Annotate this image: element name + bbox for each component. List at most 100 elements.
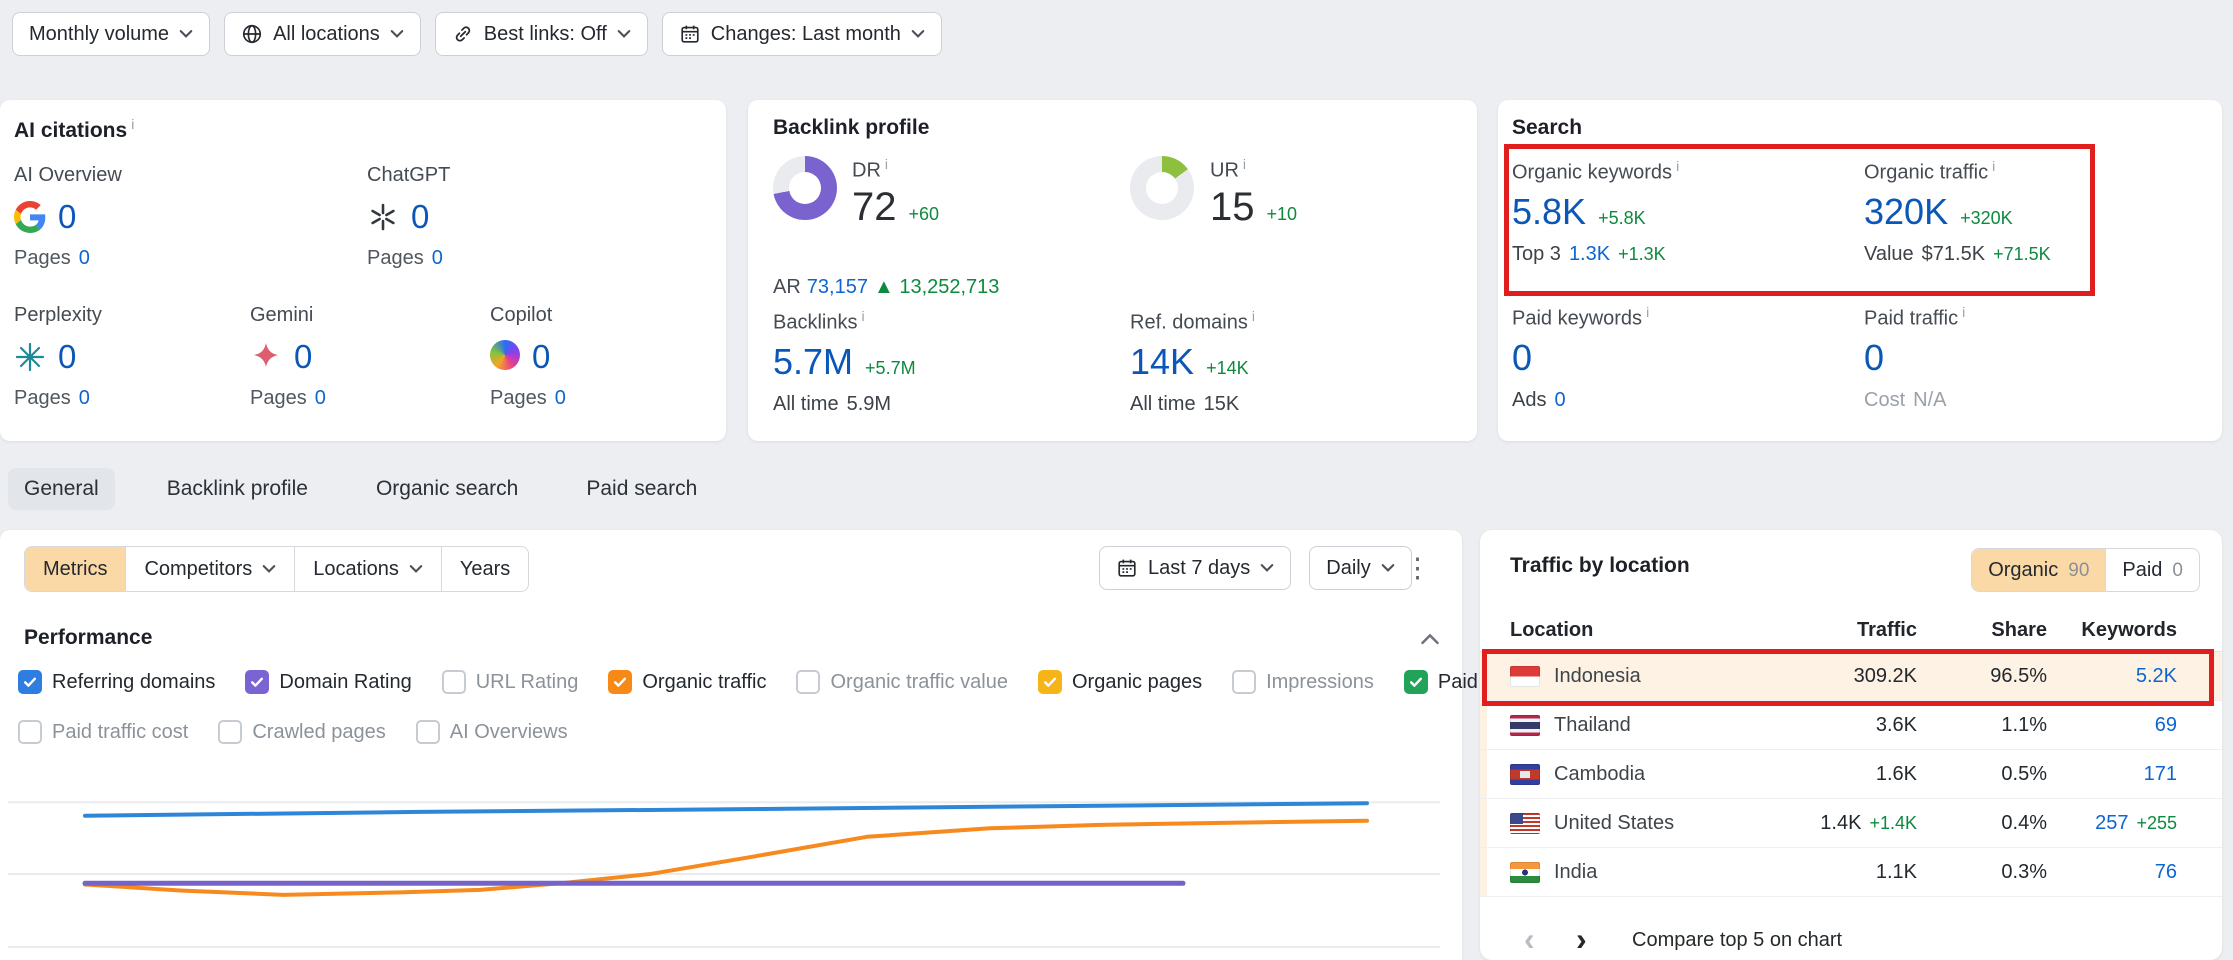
metric-crawled-pages-checkbox[interactable]: Crawled pages [218,720,385,744]
metric-paid-traffic-cost-checkbox[interactable]: Paid traffic cost [18,720,188,744]
more-options-button[interactable]: ⋮ [1404,550,1431,586]
previous-page-icon[interactable]: ‹ [1524,922,1535,956]
checkbox-label: Crawled pages [252,721,385,744]
checkbox-label: Organic traffic value [830,671,1008,694]
ar-value-link[interactable]: 73,157 [807,276,868,298]
paid-traffic-label: Paid traffic [1864,308,1958,330]
granularity-button[interactable]: Daily [1309,546,1411,590]
table-row-india[interactable]: India1.1K0.3%76 [1480,848,2222,897]
tab-organic-search[interactable]: Organic search [360,468,534,510]
metric-domain-rating-checkbox[interactable]: Domain Rating [245,670,411,694]
segment-competitors[interactable]: Competitors [125,547,294,591]
metric-referring-domains-checkbox[interactable]: Referring domains [18,670,215,694]
table-row-thailand[interactable]: Thailand3.6K1.1%69 [1480,701,2222,750]
backlink-profile-title: Backlink profile [773,116,929,140]
top3-value-link[interactable]: 1.3K [1569,243,1610,265]
traffic-cell: 309.2K [1747,665,1917,688]
checkbox [796,670,820,694]
organic-keywords-delta: +5.8K [1598,208,1646,229]
organic-traffic-value-link[interactable]: 320K [1864,191,1948,233]
ads-label: Ads [1512,389,1546,411]
keywords-value-link[interactable]: 5.2K [2136,665,2177,688]
pages-count-link[interactable]: 0 [79,387,90,409]
button-label: Daily [1326,557,1370,580]
organic-traffic-label: Organic traffic [1864,162,1988,184]
pages-count-link[interactable]: 0 [315,387,326,409]
chevron-down-icon [262,564,276,574]
ads-value-link[interactable]: 0 [1554,389,1565,411]
location-table-header: Location Traffic Share Keywords [1480,610,2222,652]
paid-traffic-value-link[interactable]: 0 [1864,337,1884,379]
segment-metrics[interactable]: Metrics [25,547,125,591]
paid-keywords-label: Paid keywords [1512,308,1642,330]
button-label: Monthly volume [29,23,169,46]
table-row-indonesia[interactable]: Indonesia309.2K96.5%5.2K [1480,652,2222,701]
paid-keywords-value-link[interactable]: 0 [1512,337,1532,379]
tab-backlink-profile[interactable]: Backlink profile [151,468,324,510]
filter-metric-button[interactable]: Monthly volume [12,12,210,56]
google-icon [14,201,46,233]
tab-paid-search[interactable]: Paid search [570,468,713,510]
metric-url-rating-checkbox[interactable]: URL Rating [442,670,579,694]
alltime-label: All time [1130,393,1196,415]
tab-general[interactable]: General [8,468,115,510]
citation-count-link[interactable]: 0 [58,338,76,376]
date-range-button[interactable]: Last 7 days [1099,546,1291,590]
metric-organic-traffic-value-checkbox[interactable]: Organic traffic value [796,670,1008,694]
metric-impressions-checkbox[interactable]: Impressions [1232,670,1374,694]
metric-organic-traffic-checkbox[interactable]: Organic traffic [608,670,766,694]
toggle-paid[interactable]: Paid0 [2105,549,2199,591]
checkbox [416,720,440,744]
copilot-icon [490,340,520,375]
citation-count-link[interactable]: 0 [532,338,550,376]
table-row-united-states[interactable]: United States1.4K+1.4K0.4%257+255 [1480,799,2222,848]
citation-count-link[interactable]: 0 [58,198,76,236]
backlinks-delta: +5.7M [865,358,916,379]
pages-count-link[interactable]: 0 [432,247,443,269]
keywords-cell: 76 [2047,861,2177,884]
ref-domains-value-link[interactable]: 14K [1130,341,1194,383]
share-value: 1.1% [2001,714,2047,736]
chevron-down-icon [1260,563,1274,573]
checkbox [18,670,42,694]
location-name: Cambodia [1554,763,1645,786]
performance-chart [0,754,1462,960]
keywords-value-link[interactable]: 76 [2155,861,2177,884]
metric-ai-overviews-checkbox[interactable]: AI Overviews [416,720,568,744]
collapse-section-icon[interactable] [1420,632,1440,650]
ai-citation-ai-overview: AI Overview0Pages0 [14,164,344,270]
segment-years[interactable]: Years [441,547,528,591]
citation-count-link[interactable]: 0 [411,198,429,236]
info-icon: i [1676,158,1679,174]
compare-top5-label[interactable]: Compare top 5 on chart [1632,929,1842,952]
citation-count-link[interactable]: 0 [294,338,312,376]
table-row-cambodia[interactable]: Cambodia1.6K0.5%171 [1480,750,2222,799]
backlinks-label: Backlinks [773,312,857,334]
button-label: Best links: Off [484,23,607,46]
pages-count-link[interactable]: 0 [555,387,566,409]
next-page-icon[interactable]: › [1576,922,1587,956]
filter-locations-button[interactable]: All locations [224,12,421,56]
pages-label: Pages [250,387,307,409]
ref-domains-label: Ref. domains [1130,312,1248,334]
location-name: Indonesia [1554,665,1641,688]
pages-label: Pages [367,247,424,269]
toggle-organic[interactable]: Organic90 [1972,549,2105,591]
pages-count-link[interactable]: 0 [79,247,90,269]
organic-keywords-value-link[interactable]: 5.8K [1512,191,1586,233]
segment-locations[interactable]: Locations [294,547,441,591]
filter-changes-button[interactable]: Changes: Last month [662,12,942,56]
backlinks-value-link[interactable]: 5.7M [773,341,853,383]
cambodia-flag-icon [1510,764,1540,785]
chevron-down-icon [1381,563,1395,573]
ur-metric: URi 15+10 [1210,156,1297,230]
traffic-value-amount: $71.5K [1922,243,1985,265]
keywords-value-link[interactable]: 257 [2095,812,2128,835]
organic-traffic-metric: Organic traffici 320K+320K Value$71.5K+7… [1864,158,2204,266]
filter-best-links-button[interactable]: Best links: Off [435,12,648,56]
metric-organic-pages-checkbox[interactable]: Organic pages [1038,670,1202,694]
pages-row: Pages0 [14,247,344,270]
performance-title: Performance [24,626,152,650]
keywords-value-link[interactable]: 171 [2144,763,2177,786]
keywords-value-link[interactable]: 69 [2155,714,2177,737]
